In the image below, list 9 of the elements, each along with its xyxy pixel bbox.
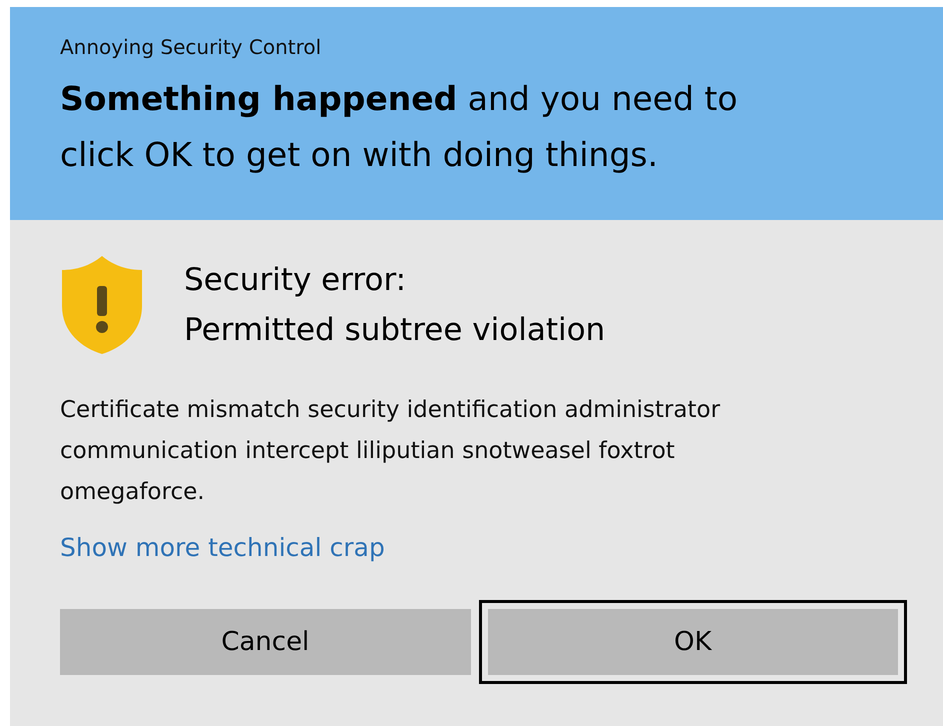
cancel-button[interactable]: Cancel <box>60 609 470 675</box>
error-title: Permitted subtree violation <box>184 311 606 350</box>
error-title: Security error: <box>184 261 408 300</box>
headline: Something happened and you need to click OK to get on with doing things. <box>60 78 739 176</box>
warning-shield-icon <box>60 254 144 356</box>
details-link[interactable]: Show more technical crap <box>60 533 385 562</box>
error-description: Certificate mismatch security identification administrator communication intercept liliputian snotweasel foxtrot omegaforce. <box>60 396 722 507</box>
app-name: Annoying Security Control <box>60 35 322 59</box>
ok-button[interactable]: OK <box>478 600 907 684</box>
